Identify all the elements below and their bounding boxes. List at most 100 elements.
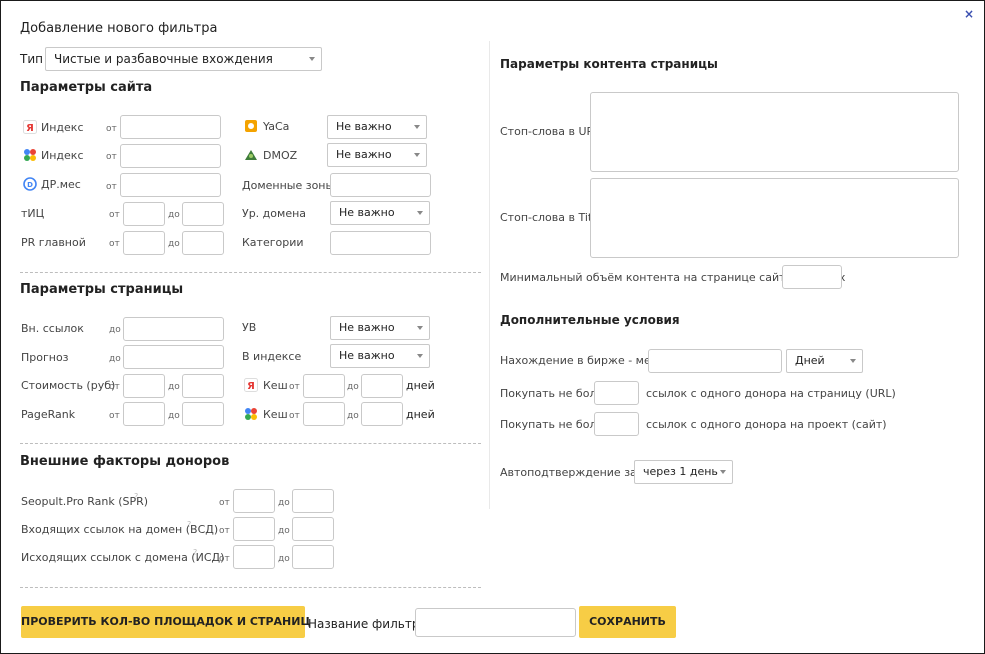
close-icon[interactable]: × — [964, 7, 974, 21]
help-icon[interactable]: ? — [134, 492, 138, 501]
out-links-to-input[interactable] — [123, 317, 224, 341]
spr-from-input[interactable] — [233, 489, 275, 513]
type-label: Тип — [20, 52, 43, 66]
help-icon[interactable]: ? — [193, 548, 197, 557]
exchange-input[interactable] — [648, 349, 782, 373]
svg-text:D: D — [27, 181, 33, 189]
google-index-label: Индекс — [41, 149, 84, 162]
pr-main-to-input[interactable] — [182, 231, 224, 255]
domain-level-select-value: Не важно — [339, 206, 395, 219]
stop-title-label: Стоп-слова в Title — [500, 211, 603, 224]
stop-title-textarea[interactable] — [590, 178, 959, 258]
buy-project-input[interactable] — [594, 412, 639, 436]
pagerank-to-input[interactable] — [182, 402, 224, 426]
chevron-down-icon — [850, 359, 856, 363]
stop-url-textarea[interactable] — [590, 92, 959, 172]
auto-confirm-value: через 1 день — [643, 465, 718, 478]
google-index-from-input[interactable] — [120, 144, 221, 168]
donors-heading: Внешние факторы доноров — [20, 454, 230, 469]
save-button[interactable]: СОХРАНИТЬ — [579, 606, 676, 638]
dr-icon: D — [23, 177, 37, 191]
days-label: дней — [406, 408, 435, 421]
yandex-index-from-input[interactable] — [120, 115, 221, 139]
vsd-to-input[interactable] — [292, 517, 334, 541]
categories-input[interactable] — [330, 231, 431, 255]
yandex-cache-to-input[interactable] — [361, 374, 403, 398]
uv-label: УВ — [242, 321, 257, 334]
pr-main-from-input[interactable] — [123, 231, 165, 255]
check-count-button[interactable]: ПРОВЕРИТЬ КОЛ-ВО ПЛОЩАДОК И СТРАНИЦ — [21, 606, 311, 638]
extra-conditions-heading: Дополнительные условия — [500, 313, 680, 327]
domain-zones-label: Доменные зоны — [242, 179, 335, 192]
to-label: до — [278, 526, 290, 536]
google-cache-to-input[interactable] — [361, 402, 403, 426]
yaca-select[interactable]: Не важно — [327, 115, 427, 139]
stop-url-label: Стоп-слова в URL — [500, 125, 601, 138]
type-select-value: Чистые и разбавочные вхождения — [54, 52, 273, 66]
page-params-heading: Параметры страницы — [20, 282, 184, 297]
exchange-unit-select[interactable]: Дней — [786, 349, 863, 373]
tic-from-input[interactable] — [123, 202, 165, 226]
svg-text:Я: Я — [247, 381, 255, 392]
dialog-title: Добавление нового фильтра — [20, 21, 218, 36]
add-filter-dialog: Добавление нового фильтра × Тип Чистые и… — [0, 0, 985, 654]
dmoz-select-value: Не важно — [336, 148, 392, 161]
isd-from-input[interactable] — [233, 545, 275, 569]
yandex-index-label: Индекс — [41, 121, 84, 134]
from-label: от — [289, 382, 300, 392]
buy-page-suffix: ссылок с одного донора на страницу (URL) — [646, 387, 896, 400]
from-label: от — [219, 554, 230, 564]
yandex-cache-from-input[interactable] — [303, 374, 345, 398]
pr-main-label: PR главной — [21, 236, 86, 249]
tic-to-input[interactable] — [182, 202, 224, 226]
domain-zones-input[interactable] — [330, 173, 431, 197]
dmoz-select[interactable]: Не важно — [327, 143, 427, 167]
from-label: от — [109, 210, 120, 220]
to-label: до — [168, 210, 180, 220]
exchange-unit-value: Дней — [795, 354, 825, 367]
chevron-down-icon — [309, 57, 315, 61]
pagerank-from-input[interactable] — [123, 402, 165, 426]
in-index-select[interactable]: Не важно — [330, 344, 430, 368]
cost-from-input[interactable] — [123, 374, 165, 398]
domain-level-label: Ур. домена — [242, 207, 307, 220]
type-select[interactable]: Чистые и разбавочные вхождения — [45, 47, 322, 71]
spr-to-input[interactable] — [292, 489, 334, 513]
domain-level-select[interactable]: Не важно — [330, 201, 430, 225]
google-icon — [24, 149, 36, 161]
google-cache-from-input[interactable] — [303, 402, 345, 426]
buy-page-input[interactable] — [594, 381, 639, 405]
spr-label: Seopult.Pro Rank (SPR) — [21, 495, 149, 508]
forecast-to-input[interactable] — [123, 345, 224, 369]
from-label: от — [109, 239, 120, 249]
to-label: до — [168, 239, 180, 249]
yandex-icon: Я — [244, 378, 258, 392]
dr-mes-from-input[interactable] — [120, 173, 221, 197]
content-params-heading: Параметры контента страницы — [500, 57, 718, 71]
isd-to-input[interactable] — [292, 545, 334, 569]
to-label: до — [109, 325, 121, 335]
from-label: от — [106, 152, 117, 162]
dr-mes-label: ДР.мес — [41, 178, 81, 191]
chevron-down-icon — [414, 153, 420, 157]
help-icon[interactable]: ? — [187, 520, 191, 529]
from-label: от — [109, 411, 120, 421]
from-label: от — [289, 411, 300, 421]
dmoz-label: DMOZ — [263, 149, 298, 162]
yandex-icon: Я — [23, 120, 37, 134]
categories-label: Категории — [242, 236, 304, 249]
pagerank-label: PageRank — [21, 408, 76, 421]
forecast-label: Прогноз — [21, 351, 69, 364]
in-index-select-value: Не важно — [339, 349, 395, 362]
tic-label: тИЦ — [21, 207, 45, 220]
cost-to-input[interactable] — [182, 374, 224, 398]
uv-select[interactable]: Не важно — [330, 316, 430, 340]
from-label: от — [109, 382, 120, 392]
filter-name-input[interactable] — [415, 608, 576, 637]
from-label: от — [219, 526, 230, 536]
from-label: от — [106, 182, 117, 192]
min-volume-input[interactable] — [782, 265, 842, 289]
vsd-from-input[interactable] — [233, 517, 275, 541]
chevron-down-icon — [417, 211, 423, 215]
auto-confirm-select[interactable]: через 1 день — [634, 460, 733, 484]
